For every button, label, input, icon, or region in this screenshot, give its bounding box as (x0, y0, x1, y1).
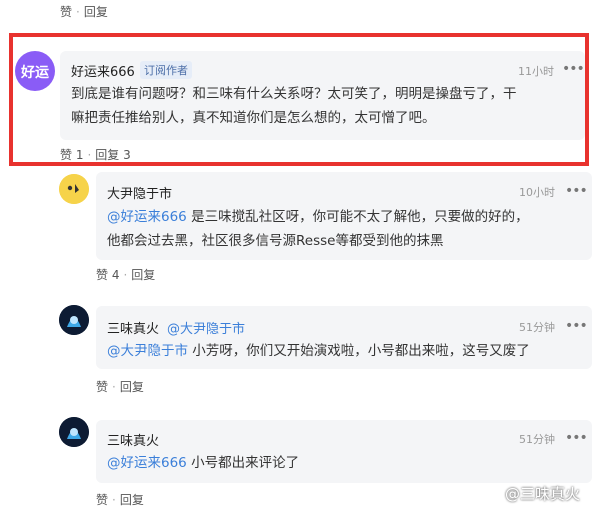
reply-text-line: @好运来666 小号都出来评论了 (107, 451, 587, 475)
reply-to-link[interactable]: @大尹隐于市 (167, 318, 245, 337)
like-button[interactable]: 赞 4 (96, 268, 119, 282)
avatar-image (59, 174, 89, 204)
comment-time: 11小时 (518, 65, 554, 78)
avatar[interactable] (59, 305, 89, 335)
comment-text-line: 到底是谁有问题呀？和三味有什么关系呀？太可笑了，明明是操盘亏了，干 (71, 86, 517, 102)
mention-link[interactable]: @大尹隐于市 (107, 343, 188, 359)
reply-text-line: @大尹隐于市 小芳呀，你们又开始演戏啦，小号都出来啦，这号又废了 (107, 339, 587, 363)
reply-time: 51分钟 (519, 321, 555, 334)
reply-text: @好运来666 是三味搅乱社区呀，你可能不太了解他，只要做的好的， 他都会过去黑… (107, 205, 587, 253)
reply-button[interactable]: 回复 (120, 380, 144, 394)
reply-author[interactable]: 三味真火 (107, 430, 159, 449)
avatar-image (59, 305, 89, 335)
reply-actions: 赞 · 回复 (96, 380, 144, 394)
reply-text-line: 他都会过去黑，社区很多信号源Resse等都受到他的抹黑 (107, 233, 444, 249)
more-dots-icon[interactable]: ••• (565, 184, 588, 198)
comment-text: 到底是谁有问题呀？和三味有什么关系呀？太可笑了，明明是操盘亏了，干 嘛把责任推给… (71, 82, 581, 130)
comment-text-line: 嘛把责任推给别人，真不知道你们是怎么想的，太可憎了吧。 (71, 110, 436, 126)
like-button[interactable]: 赞 (96, 380, 108, 394)
more-dots-icon[interactable]: ••• (562, 62, 585, 76)
avatar[interactable] (59, 174, 89, 204)
reply-actions: 赞 4 · 回复 (96, 268, 156, 282)
top-comment-actions: 赞 · 回复 (60, 5, 108, 19)
like-button[interactable]: 赞 (96, 493, 108, 507)
reply-time: 51分钟 (519, 433, 555, 446)
avatar[interactable]: 好运 (15, 51, 55, 91)
comment-author[interactable]: 好运来666 (71, 61, 135, 80)
like-button[interactable]: 赞 (60, 5, 72, 19)
avatar-text: 好运 (21, 65, 49, 81)
avatar[interactable] (59, 417, 89, 447)
reply-text-content: 是三味搅乱社区呀，你可能不太了解他，只要做的好的， (186, 209, 529, 225)
reply-text: @好运来666 小号都出来评论了 (107, 451, 587, 475)
subscriber-badge: 订阅作者 (140, 61, 192, 79)
mention-link[interactable]: @好运来666 (107, 209, 187, 225)
like-button[interactable]: 赞 1 (60, 148, 83, 162)
watermark: @三味真火 (505, 485, 581, 503)
more-dots-icon[interactable]: ••• (565, 431, 588, 445)
reply-author[interactable]: 三味真火 (107, 318, 159, 337)
reply-text: @大尹隐于市 小芳呀，你们又开始演戏啦，小号都出来啦，这号又废了 (107, 339, 587, 363)
reply-author[interactable]: 大尹隐于市 (107, 183, 172, 202)
reply-button[interactable]: 回复 (131, 268, 155, 282)
reply-text-content: 小号都出来评论了 (186, 455, 300, 471)
comment-actions: 赞 1 · 回复 3 (60, 148, 131, 162)
reply-button[interactable]: 回复 3 (95, 148, 130, 162)
more-dots-icon[interactable]: ••• (565, 319, 588, 333)
mention-link[interactable]: @好运来666 (107, 455, 187, 471)
reply-button[interactable]: 回复 (84, 5, 108, 19)
reply-button[interactable]: 回复 (120, 493, 144, 507)
reply-time: 10小时 (519, 186, 555, 199)
reply-text-content: 小芳呀，你们又开始演戏啦，小号都出来啦，这号又废了 (188, 343, 530, 359)
reply-text-line: @好运来666 是三味搅乱社区呀，你可能不太了解他，只要做的好的， (107, 205, 587, 229)
reply-actions: 赞 · 回复 (96, 493, 144, 507)
avatar-image (59, 417, 89, 447)
